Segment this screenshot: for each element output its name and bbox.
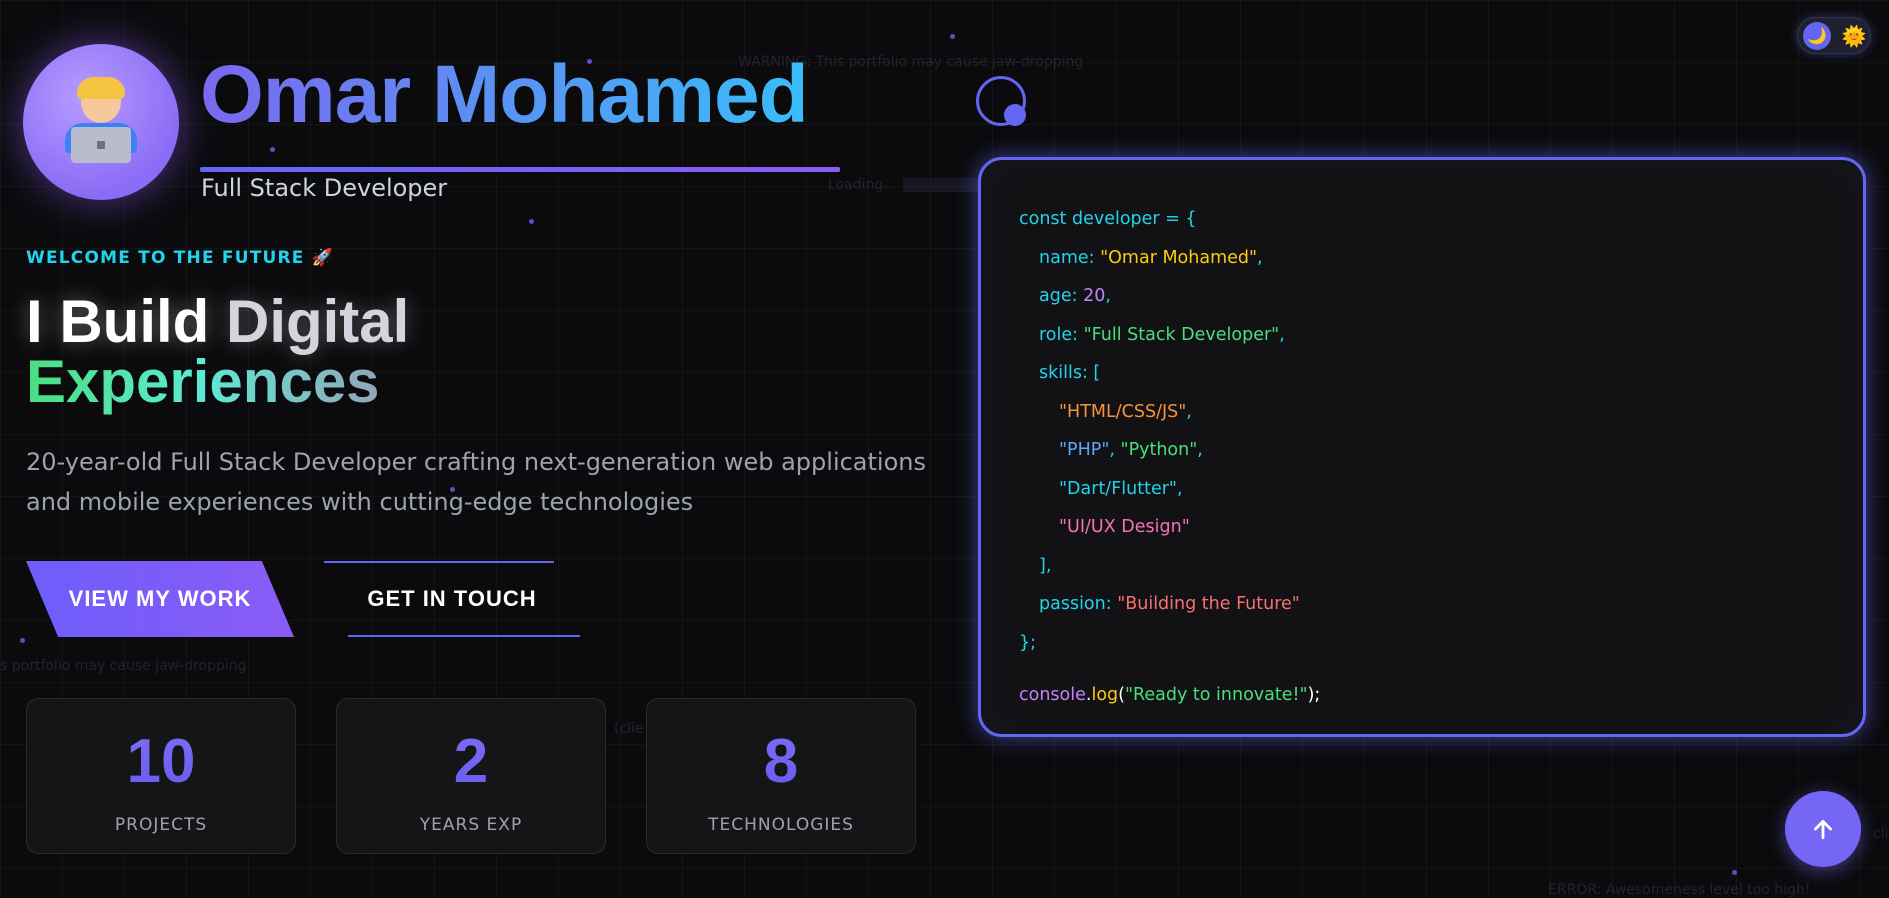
stat-value: 8 <box>647 731 915 793</box>
bg-error-text: ERROR: Awesomeness level too high! <box>1548 882 1811 898</box>
particle-dot <box>1732 870 1737 875</box>
stat-label: PROJECTS <box>114 815 208 835</box>
developer-avatar-icon <box>61 77 141 167</box>
name-underline <box>200 167 840 172</box>
headline-part: Experiences <box>26 348 380 415</box>
stat-label: TECHNOLOGIES <box>708 815 854 835</box>
view-my-work-button[interactable]: VIEW MY WORK <box>26 561 294 637</box>
stat-label: YEARS EXP <box>419 815 523 835</box>
orbit-icon <box>976 76 1026 126</box>
bg-ticker-text: s portfolio may cause jaw-dropping <box>0 658 247 674</box>
code-line: ], <box>1039 555 1052 576</box>
stat-card-projects: 10 PROJECTS <box>26 698 296 854</box>
get-in-touch-button[interactable]: GET IN TOUCH <box>324 561 580 637</box>
code-line: name: "Omar Mohamed", <box>1039 247 1263 268</box>
theme-toggle[interactable]: 🌙 🌞 <box>1797 17 1871 54</box>
bg-loading-text: Loading... <box>828 177 897 193</box>
code-line: "PHP", "Python", <box>1059 440 1203 460</box>
stat-card-years: 2 YEARS EXP <box>336 698 606 854</box>
welcome-tagline: WELCOME TO THE FUTURE 🚀 <box>26 248 335 268</box>
hero-intro: 20-year-old Full Stack Developer craftin… <box>26 448 926 516</box>
particle-dot <box>270 147 275 152</box>
arrow-up-icon <box>1814 820 1832 840</box>
code-line: "Dart/Flutter", <box>1059 478 1183 499</box>
developer-name: Omar Mohamed <box>200 49 809 140</box>
code-line: age: 20, <box>1039 286 1111 306</box>
moon-icon: 🌙 <box>1803 22 1831 50</box>
code-line: skills: [ <box>1039 363 1101 383</box>
headline-part: Digital <box>225 288 410 355</box>
bg-ticker-text: cli <box>1873 826 1889 842</box>
code-line: passion: "Building the Future" <box>1039 594 1300 614</box>
headline-part: I Build <box>26 288 226 355</box>
sun-icon: 🌞 <box>1841 24 1867 48</box>
code-line: const developer = { <box>1019 209 1197 229</box>
stat-card-technologies: 8 TECHNOLOGIES <box>646 698 916 854</box>
code-line: }; <box>1019 632 1037 653</box>
code-line: console.log("Ready to innovate!"); <box>1019 685 1321 705</box>
code-line: "UI/UX Design" <box>1059 517 1190 537</box>
hero-headline: I Build Digital Experiences <box>26 292 409 412</box>
bg-ticker-text: (clie <box>614 721 644 737</box>
stat-value: 2 <box>337 731 605 793</box>
stat-value: 10 <box>27 731 295 793</box>
developer-title: Full Stack Developer <box>201 174 448 202</box>
code-line: role: "Full Stack Developer", <box>1039 324 1285 345</box>
get-in-touch-label: GET IN TOUCH <box>367 586 537 611</box>
avatar <box>23 44 179 200</box>
particle-dot <box>529 219 534 224</box>
particle-dot <box>20 638 25 643</box>
code-window: const developer = { name: "Omar Mohamed"… <box>978 157 1866 737</box>
scroll-to-top-button[interactable] <box>1785 791 1861 867</box>
particle-dot <box>950 34 955 39</box>
code-line: "HTML/CSS/JS", <box>1059 401 1192 422</box>
